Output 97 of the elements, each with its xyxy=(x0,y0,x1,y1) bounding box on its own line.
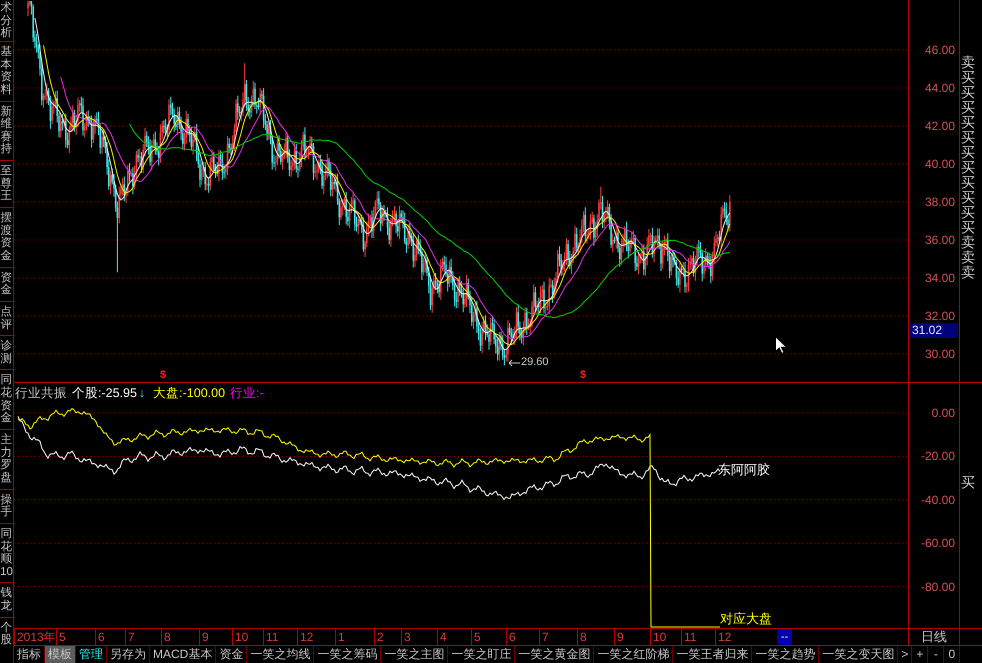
axis-label: -20.00 xyxy=(920,449,956,464)
signal-label: 卖 xyxy=(960,265,975,280)
signal-label: 买 xyxy=(960,160,975,175)
toolbar-tab[interactable]: 管理 xyxy=(76,646,107,663)
date-label: 10 xyxy=(650,629,681,645)
signal-label: 买 xyxy=(960,190,975,205)
sidebar-tab[interactable]: 资金 xyxy=(0,268,13,302)
sidebar-tab[interactable]: 新维赛持 xyxy=(0,102,13,162)
date-label: 6 xyxy=(506,629,539,645)
axis-label: 46.00 xyxy=(924,43,956,57)
sidebar-tab[interactable]: 点评 xyxy=(0,302,13,336)
signal-label: 卖 xyxy=(960,55,975,70)
date-label: 2 xyxy=(374,629,401,645)
date-label: 8 xyxy=(577,629,614,645)
signal-label: 买 xyxy=(960,205,975,220)
sidebar-tab[interactable]: 个股 xyxy=(0,618,13,663)
line-end-label: 东阿阿胶 xyxy=(718,463,770,477)
axis-label: -60.00 xyxy=(920,536,956,550)
legend-value: 个股:-25.95 xyxy=(72,386,137,400)
toolbar-tab[interactable]: 一笑之主图 xyxy=(381,646,448,663)
toolbar-tab[interactable]: 一笑之筹码 xyxy=(314,646,382,663)
signal-label: 卖 xyxy=(960,250,975,265)
toolbar-tab[interactable]: 一笑之红阶梯 xyxy=(594,646,674,663)
axis-label: 30.00 xyxy=(924,347,956,361)
axis-label: 34.00 xyxy=(924,271,956,285)
date-label: 12 xyxy=(297,629,335,645)
sidebar-tab[interactable]: 摆渡资金 xyxy=(0,208,13,268)
sidebar-tab[interactable]: 主力罗盘 xyxy=(0,430,13,490)
toolbar-tab[interactable]: 一笑王者归来 xyxy=(673,646,752,663)
signal-label: 卖 xyxy=(960,235,975,250)
date-label: 7 xyxy=(539,629,577,645)
date-label: 5 xyxy=(471,629,506,645)
line-end-label: 对应大盘 xyxy=(720,612,772,626)
toolbar-tab[interactable]: 一笑之盯庄 xyxy=(448,646,516,663)
signal-label: 买 xyxy=(960,145,975,160)
date-label: 2013年 xyxy=(14,629,56,645)
axis-label: 32.00 xyxy=(924,309,956,323)
date-label: 7 xyxy=(125,629,161,645)
toolbar-button[interactable]: - xyxy=(927,646,944,663)
date-label: 10 xyxy=(232,629,263,645)
signal-label: 买 xyxy=(960,115,975,130)
axis-label: 42.00 xyxy=(924,119,956,133)
signal-mark: $ xyxy=(580,369,586,381)
mouse-pointer-icon xyxy=(775,336,787,354)
date-label: 8 xyxy=(161,629,199,645)
toolbar-tab[interactable]: 一笑之均线 xyxy=(247,646,314,663)
toolbar-tab[interactable]: 模板 xyxy=(45,646,76,663)
cursor-date-label: -- xyxy=(777,629,792,645)
signal-label: 买 xyxy=(960,475,975,490)
sidebar-tab[interactable]: 钱龙 xyxy=(0,583,13,618)
leader-arrow xyxy=(508,359,520,367)
date-label: 4 xyxy=(437,629,471,645)
axis-label: 0.00 xyxy=(932,406,956,420)
axis-label: 36.00 xyxy=(924,233,956,247)
legend-value: 行业:- xyxy=(230,386,264,400)
current-price-label: 31.02 xyxy=(910,323,958,338)
down-arrow-icon: ↓ xyxy=(138,386,146,400)
toolbar-tab[interactable]: 一笑之变天图 xyxy=(819,646,898,663)
signal-label: 买 xyxy=(960,130,975,145)
sidebar-tab[interactable]: 基本资料 xyxy=(0,42,13,102)
date-label: 9 xyxy=(199,629,232,645)
date-label: 3 xyxy=(401,629,437,645)
toolbar-tab[interactable]: MACD基本 xyxy=(150,646,216,663)
toolbar-button[interactable]: > xyxy=(898,646,912,663)
indicator-title: 行业共振 xyxy=(15,386,67,400)
date-label: 5 xyxy=(56,629,95,645)
axis-label: 38.00 xyxy=(924,195,956,209)
date-label: 11 xyxy=(681,629,715,645)
legend-value: 大盘:-100.00 xyxy=(153,386,226,400)
axis-label: -80.00 xyxy=(920,580,956,594)
sidebar-tab[interactable]: 同花顺10 xyxy=(0,524,13,584)
sidebar-tab[interactable]: 术分析 xyxy=(0,0,13,42)
date-label: 9 xyxy=(614,629,650,645)
toolbar-tab[interactable]: 资金 xyxy=(216,646,248,663)
low-price-label: 29.60 xyxy=(521,356,549,368)
axis-label: 44.00 xyxy=(924,81,956,95)
sidebar-tab[interactable]: 诊测 xyxy=(0,336,13,370)
axis-label: -40.00 xyxy=(920,492,956,507)
signal-label: 买 xyxy=(960,70,975,85)
toolbar-button[interactable]: 0 xyxy=(943,646,960,663)
period-label: 日线 xyxy=(908,629,960,645)
toolbar-tab[interactable]: 一笑之趋势 xyxy=(752,646,820,663)
date-label: 1 xyxy=(335,629,374,645)
sidebar-tab[interactable]: 操手 xyxy=(0,490,13,524)
sidebar-tab[interactable]: 同花资金 xyxy=(0,370,13,430)
toolbar-tab[interactable]: 另存为 xyxy=(107,646,150,663)
signal-label: 买 xyxy=(960,100,975,115)
toolbar-tab[interactable]: 一笑之黄金图 xyxy=(515,646,594,663)
signal-label: 买 xyxy=(960,85,975,100)
signal-mark: $ xyxy=(160,369,166,381)
signal-label: 买 xyxy=(960,175,975,190)
date-label: 11 xyxy=(263,629,297,645)
signal-label: 买 xyxy=(960,220,975,235)
date-label: 6 xyxy=(95,629,125,645)
toolbar-button[interactable]: + xyxy=(911,646,928,663)
sidebar-tab[interactable]: 至尊王 xyxy=(0,161,13,208)
axis-label: 40.00 xyxy=(924,157,956,171)
